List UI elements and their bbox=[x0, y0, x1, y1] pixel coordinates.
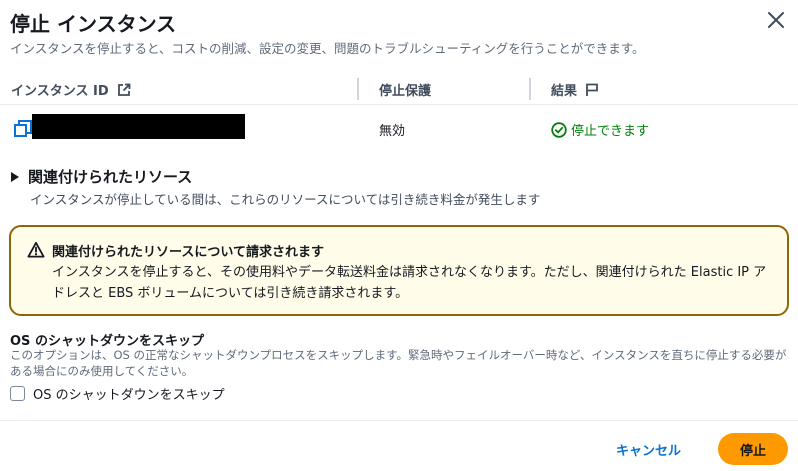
column-header-instance-id[interactable]: インスタンス ID bbox=[11, 80, 131, 99]
stop-protection-value: 無効 bbox=[379, 124, 406, 139]
column-header-result-label: 結果 bbox=[551, 84, 578, 99]
skip-os-shutdown-label[interactable]: OS のシャットダウンをスキップ bbox=[33, 384, 225, 403]
flag-icon bbox=[586, 83, 598, 96]
external-link-icon bbox=[117, 83, 131, 96]
skip-os-shutdown-checkbox[interactable] bbox=[10, 386, 25, 401]
close-icon bbox=[768, 12, 784, 28]
related-resources-title: 関連付けられたリソース bbox=[28, 168, 193, 186]
check-circle-icon bbox=[551, 121, 567, 138]
modal-title: 停止 インスタンス bbox=[10, 12, 177, 36]
modal-subtitle: インスタンスを停止すると、コストの削減、設定の変更、問題のトラブルシューティング… bbox=[10, 41, 645, 56]
stop-instance-modal: 停止 インスタンス インスタンスを停止すると、コストの削減、設定の変更、問題のト… bbox=[0, 0, 798, 471]
result-status: 停止できます bbox=[551, 120, 649, 139]
stop-button[interactable]: 停止 bbox=[718, 433, 788, 465]
related-resources-description: インスタンスが停止している間は、これらのリソースについては引き続き料金が発生しま… bbox=[30, 192, 541, 207]
close-button[interactable] bbox=[764, 8, 788, 32]
result-status-label: 停止できます bbox=[571, 124, 650, 139]
instance-id-redacted bbox=[32, 114, 245, 139]
warning-icon bbox=[27, 241, 45, 258]
column-divider[interactable] bbox=[529, 78, 531, 100]
warning-body: インスタンスを停止すると、その使用料やデータ転送料金は請求されなくなります。ただ… bbox=[52, 265, 767, 301]
related-resources-expander[interactable]: 関連付けられたリソース bbox=[10, 166, 192, 187]
column-header-result: 結果 bbox=[551, 80, 599, 99]
header-divider bbox=[0, 104, 798, 105]
billing-warning-alert: 関連付けられたリソースについて請求されます インスタンスを停止すると、その使用料… bbox=[9, 225, 789, 316]
cancel-button[interactable]: キャンセル bbox=[606, 433, 691, 465]
copy-icon bbox=[14, 120, 32, 137]
column-header-stop-protection: 停止保護 bbox=[379, 80, 431, 99]
caret-right-icon bbox=[11, 171, 19, 182]
copy-button[interactable] bbox=[14, 120, 32, 138]
warning-title: 関連付けられたリソースについて請求されます bbox=[52, 245, 324, 260]
skip-os-shutdown-option[interactable]: OS のシャットダウンをスキップ bbox=[10, 384, 225, 403]
column-header-instance-id-label: インスタンス ID bbox=[11, 84, 109, 99]
table-row: 無効 停止できます bbox=[0, 110, 798, 146]
column-divider[interactable] bbox=[357, 78, 359, 100]
column-header-stop-protection-label: 停止保護 bbox=[379, 84, 432, 99]
footer-divider bbox=[0, 420, 798, 421]
os-shutdown-description: このオプションは、OS の正常なシャットダウンプロセスをスキップします。緊急時や… bbox=[10, 348, 787, 378]
instances-table-header: インスタンス ID 停止保護 結果 bbox=[0, 74, 798, 104]
